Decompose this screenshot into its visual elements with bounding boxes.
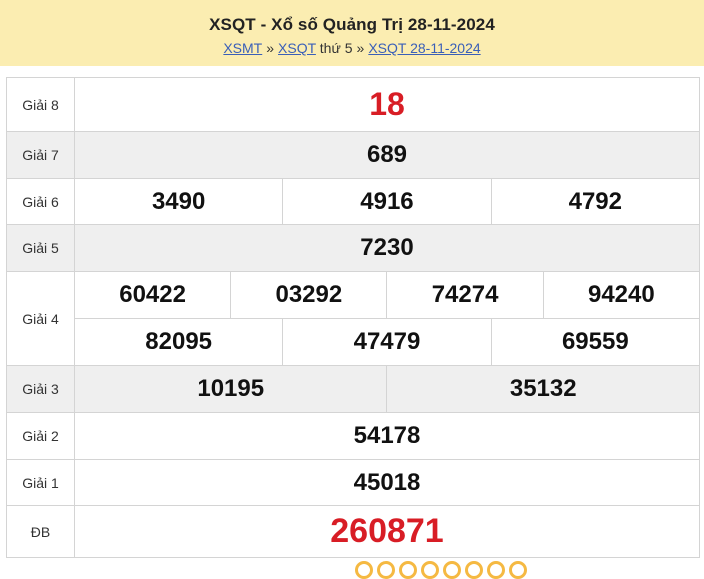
prize-number: 45018 bbox=[74, 459, 700, 506]
prize-number: 35132 bbox=[386, 365, 700, 413]
breadcrumb: XSMT» XSQT thứ 5» XSQT 28-11-2024 bbox=[0, 40, 704, 56]
prize-row-4a: Giải 4 60422 03292 74274 94240 bbox=[6, 271, 701, 366]
prize-number: 7230 bbox=[74, 224, 700, 272]
prize-label: Giải 3 bbox=[6, 365, 75, 413]
breadcrumb-separator: » bbox=[266, 40, 275, 56]
ball-icon bbox=[465, 561, 483, 579]
ball-icon bbox=[509, 561, 527, 579]
prize-number: 4792 bbox=[490, 178, 701, 225]
prize-label: Giải 7 bbox=[6, 131, 75, 179]
prize-number: 69559 bbox=[490, 318, 701, 366]
prize-number: 10195 bbox=[73, 365, 388, 413]
prize-row-2: Giải 2 54178 bbox=[6, 412, 700, 460]
prize-number: 94240 bbox=[542, 271, 701, 319]
prize-label: ĐB bbox=[6, 505, 75, 558]
prize-number: 60422 bbox=[73, 271, 232, 319]
ball-icon bbox=[355, 561, 373, 579]
prize-label: Giải 8 bbox=[6, 77, 75, 132]
prize-number: 74274 bbox=[386, 271, 544, 319]
prize-label: Giải 2 bbox=[6, 412, 75, 460]
page-title: XSQT - Xổ số Quảng Trị 28-11-2024 bbox=[209, 15, 495, 34]
breadcrumb-link-xsqt[interactable]: XSQT bbox=[278, 40, 316, 56]
prize-row-7: Giải 7 689 bbox=[6, 131, 700, 179]
prize-row-8: Giải 8 18 bbox=[6, 77, 700, 132]
loading-balls-decoration bbox=[355, 561, 527, 579]
prize-row-4b: 82095 47479 69559 bbox=[7, 318, 701, 366]
prize-number: 3490 bbox=[73, 178, 284, 225]
ball-icon bbox=[487, 561, 505, 579]
prize-row-1: Giải 1 45018 bbox=[6, 459, 700, 506]
breadcrumb-link-xsmt[interactable]: XSMT bbox=[223, 40, 262, 56]
prize-number: 03292 bbox=[230, 271, 388, 319]
prize-label: Giải 6 bbox=[6, 178, 75, 225]
prize-row-5: Giải 5 7230 bbox=[6, 224, 700, 272]
prize-number-special: 260871 bbox=[74, 505, 700, 558]
breadcrumb-link-xsqt-date[interactable]: XSQT 28-11-2024 bbox=[368, 40, 480, 56]
prize-label: Giải 1 bbox=[6, 459, 75, 506]
ball-icon bbox=[421, 561, 439, 579]
prize-label: Giải 4 bbox=[6, 271, 75, 366]
prize-label: Giải 5 bbox=[6, 224, 75, 272]
results-table: Giải 8 18 Giải 7 689 Giải 6 3490 4916 47… bbox=[6, 77, 701, 558]
results-header: XSQT - Xổ số Quảng Trị 28-11-2024 XSMT» X… bbox=[0, 0, 704, 66]
ball-icon bbox=[377, 561, 395, 579]
prize-number: 54178 bbox=[74, 412, 700, 460]
prize-number: 82095 bbox=[73, 318, 284, 366]
breadcrumb-day-text: thứ 5 bbox=[319, 40, 353, 56]
prize-row-3: Giải 3 10195 35132 bbox=[6, 365, 700, 413]
prize-number: 4916 bbox=[282, 178, 492, 225]
prize-row-6: Giải 6 3490 4916 4792 bbox=[6, 178, 701, 225]
ball-icon bbox=[443, 561, 461, 579]
prize-number: 47479 bbox=[282, 318, 492, 366]
breadcrumb-separator: » bbox=[356, 40, 365, 56]
ball-icon bbox=[399, 561, 417, 579]
prize-number: 689 bbox=[74, 131, 700, 179]
prize-number: 18 bbox=[74, 77, 700, 132]
prize-row-special: ĐB 260871 bbox=[6, 505, 700, 558]
